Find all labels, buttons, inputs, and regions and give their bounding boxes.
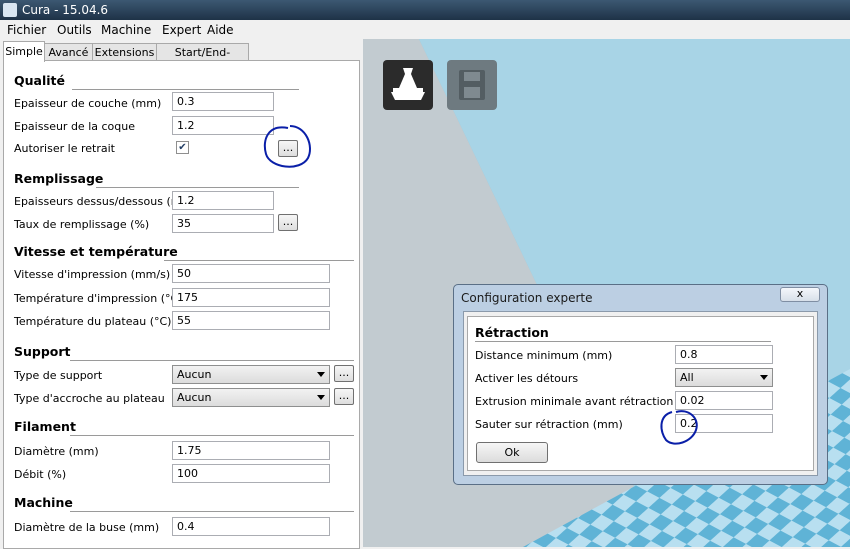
- min-extrusion-input[interactable]: 0.02: [675, 391, 773, 410]
- divider: [72, 89, 299, 90]
- print-temperature-label: Température d'impression (°C): [14, 292, 183, 305]
- chevron-down-icon: [317, 395, 325, 400]
- print-temperature-input[interactable]: 175: [172, 288, 330, 307]
- bottom-top-thickness-label: Epaisseurs dessus/dessous (mm): [14, 195, 197, 208]
- dialog-title: Configuration experte: [461, 291, 593, 305]
- retraction-settings-button[interactable]: ...: [278, 140, 298, 157]
- adhesion-settings-button[interactable]: ...: [334, 388, 354, 405]
- menu-help[interactable]: Aide: [207, 23, 234, 37]
- retraction-label: Autoriser le retrait: [14, 142, 115, 155]
- checkmark-icon: ✔: [178, 142, 187, 153]
- save-gcode-icon: [459, 70, 485, 100]
- support-type-select[interactable]: Aucun: [172, 365, 330, 384]
- section-quality-title: Qualité: [14, 73, 65, 88]
- section-machine-title: Machine: [14, 495, 73, 510]
- save-gcode-button[interactable]: [447, 60, 497, 110]
- divider: [475, 341, 771, 342]
- nozzle-size-label: Diamètre de la buse (mm): [14, 521, 160, 534]
- filament-diameter-input[interactable]: 1.75: [172, 441, 330, 460]
- close-icon: x: [796, 287, 804, 300]
- tab-advanced[interactable]: Avancé: [44, 43, 93, 61]
- dialog-body: Rétraction Distance minimum (mm) 0.8 Act…: [463, 311, 818, 476]
- fill-density-input[interactable]: 35: [172, 214, 274, 233]
- retraction-section-title: Rétraction: [475, 325, 549, 340]
- support-type-value: Aucun: [177, 368, 212, 381]
- fill-settings-button[interactable]: ...: [278, 214, 298, 231]
- flow-input[interactable]: 100: [172, 464, 330, 483]
- divider: [164, 260, 354, 261]
- min-extrusion-label: Extrusion minimale avant rétraction (mm): [475, 395, 707, 408]
- flow-label: Débit (%): [14, 468, 67, 481]
- layer-height-input[interactable]: 0.3: [172, 92, 274, 111]
- section-support-title: Support: [14, 344, 71, 359]
- app-icon: [3, 3, 17, 17]
- tab-start-end-gcode[interactable]: Start/End-GCode: [156, 43, 249, 76]
- fill-density-label: Taux de remplissage (%): [14, 218, 150, 231]
- dialog-close-button[interactable]: x: [780, 287, 820, 302]
- combing-select[interactable]: All: [675, 368, 773, 387]
- support-type-label: Type de support: [14, 369, 103, 382]
- menu-tools[interactable]: Outils: [57, 23, 92, 37]
- settings-panel: Simple Avancé Extensions Start/End-GCode…: [0, 39, 363, 549]
- menu-bar: Fichier Outils Machine Expert Aide: [0, 20, 850, 40]
- combing-label: Activer les détours: [475, 372, 579, 385]
- settings-form: Qualité Epaisseur de couche (mm) 0.3 Epa…: [3, 60, 360, 549]
- min-distance-input[interactable]: 0.8: [675, 345, 773, 364]
- tab-simple[interactable]: Simple: [3, 41, 45, 62]
- load-model-button[interactable]: [383, 60, 433, 110]
- bed-temperature-label: Température du plateau (°C): [14, 315, 172, 328]
- divider: [96, 187, 299, 188]
- window-titlebar: Cura - 15.04.6: [0, 0, 850, 20]
- chevron-down-icon: [317, 372, 325, 377]
- filament-diameter-label: Diamètre (mm): [14, 445, 99, 458]
- adhesion-type-value: Aucun: [177, 391, 212, 404]
- nozzle-size-input[interactable]: 0.4: [172, 517, 330, 536]
- layer-height-label: Epaisseur de couche (mm): [14, 97, 162, 110]
- window-title: Cura - 15.04.6: [22, 3, 109, 17]
- print-speed-input[interactable]: 50: [172, 264, 330, 283]
- tab-extensions[interactable]: Extensions: [92, 43, 157, 61]
- retraction-checkbox[interactable]: ✔: [176, 141, 189, 154]
- divider: [70, 360, 354, 361]
- bottom-top-thickness-input[interactable]: 1.2: [172, 191, 274, 210]
- divider: [70, 435, 354, 436]
- section-fill-title: Remplissage: [14, 171, 104, 186]
- menu-expert[interactable]: Expert: [162, 23, 201, 37]
- support-settings-button[interactable]: ...: [334, 365, 354, 382]
- divider: [70, 511, 354, 512]
- menu-machine[interactable]: Machine: [101, 23, 151, 37]
- ok-button[interactable]: Ok: [476, 442, 548, 463]
- bed-temperature-input[interactable]: 55: [172, 311, 330, 330]
- shell-thickness-label: Epaisseur de la coque: [14, 120, 135, 133]
- min-distance-label: Distance minimum (mm): [475, 349, 613, 362]
- combing-value: All: [680, 371, 694, 384]
- adhesion-type-label: Type d'accroche au plateau: [14, 392, 165, 405]
- section-speed-title: Vitesse et température: [14, 244, 178, 259]
- menu-file[interactable]: Fichier: [7, 23, 46, 37]
- expert-config-dialog: Configuration experte x Rétraction Dista…: [453, 284, 828, 485]
- chevron-down-icon: [760, 375, 768, 380]
- retraction-hop-input[interactable]: 0.2: [675, 414, 773, 433]
- dialog-form: Rétraction Distance minimum (mm) 0.8 Act…: [467, 316, 814, 471]
- adhesion-type-select[interactable]: Aucun: [172, 388, 330, 407]
- load-model-icon: [391, 68, 425, 100]
- retraction-hop-label: Sauter sur rétraction (mm): [475, 418, 623, 431]
- print-speed-label: Vitesse d'impression (mm/s): [14, 268, 171, 281]
- shell-thickness-input[interactable]: 1.2: [172, 116, 274, 135]
- section-filament-title: Filament: [14, 419, 76, 434]
